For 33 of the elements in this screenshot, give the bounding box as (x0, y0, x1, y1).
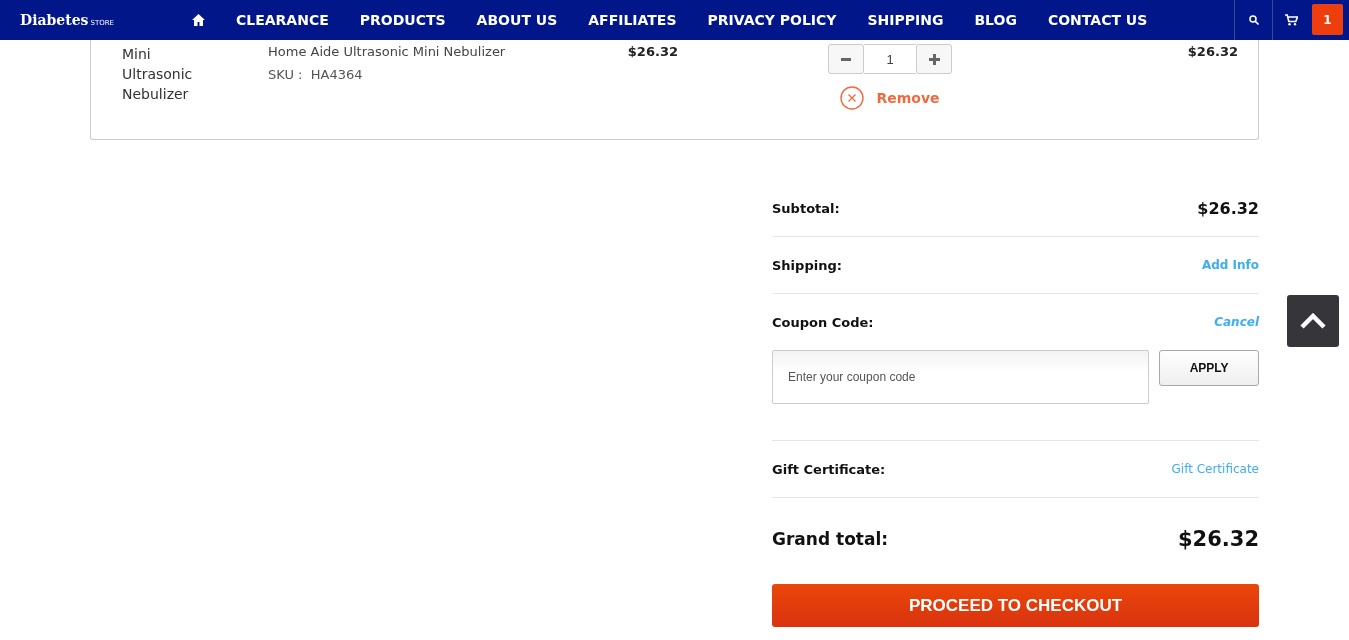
cart-count-badge[interactable]: 1 (1312, 4, 1343, 35)
line-total: $26.32 (1187, 44, 1238, 59)
nav-link[interactable]: SHIPPING (867, 12, 944, 28)
product-sku: SKU : HA4364 (268, 67, 364, 82)
subtotal-amount: $26.32 (1197, 198, 1259, 218)
shipping-label: Shipping: (772, 257, 842, 273)
coupon-code-field[interactable]: Enter your coupon code (772, 350, 1150, 404)
grand-total-amount: $26.32 (1177, 527, 1259, 551)
proceed-to-checkout-button[interactable]: PROCEED TO CHECKOUT (772, 584, 1259, 627)
chevron-up-icon (1300, 313, 1326, 329)
nav-link[interactable]: CONTACT US (1047, 12, 1148, 28)
increase-quantity-button[interactable] (916, 44, 952, 74)
nav-link[interactable]: AFFILIATES (588, 12, 677, 28)
coupon-code-label: Coupon Code: (772, 314, 874, 330)
subtotal-label: Subtotal: (772, 200, 840, 216)
grand-total-label: Grand total: (772, 529, 889, 549)
product-title-link[interactable]: Home Aide Ultrasonic Mini Nebulizer (268, 44, 558, 59)
close-circle-icon[interactable] (840, 86, 865, 110)
nav-link[interactable]: PRODUCTS (359, 12, 446, 28)
decrease-quantity-button[interactable] (828, 44, 864, 74)
quantity-field[interactable]: 1 (864, 44, 916, 74)
apply-button[interactable]: APPLY (1159, 350, 1259, 386)
home-icon[interactable] (192, 14, 205, 26)
nav-link[interactable]: BLOG (974, 12, 1017, 28)
product-image-alt-text: Mini Ultrasonic Nebulizer (122, 45, 194, 104)
nav-link[interactable]: ABOUT US (476, 12, 558, 28)
minus-icon (841, 57, 851, 61)
unit-price: $26.32 (626, 44, 678, 59)
nav-link[interactable]: CLEARANCE (236, 12, 329, 28)
plus-icon (928, 53, 940, 65)
back-to-top-button[interactable] (1287, 295, 1339, 347)
nav-link[interactable]: PRIVACY POLICY (707, 12, 837, 28)
gift-certificate-label: Gift Certificate: (772, 461, 886, 477)
